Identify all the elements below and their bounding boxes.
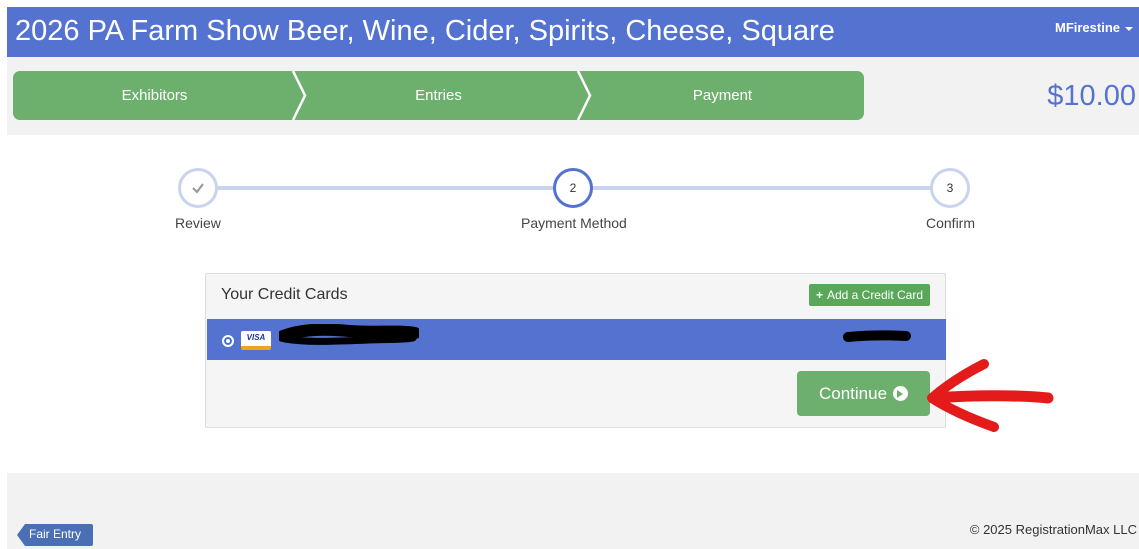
page-footer bbox=[7, 473, 1139, 549]
step-exhibitors[interactable]: Exhibitors bbox=[13, 71, 296, 120]
card-radio[interactable] bbox=[222, 335, 234, 347]
check-icon bbox=[192, 183, 204, 194]
redaction-mark bbox=[279, 324, 419, 345]
step-entries[interactable]: Entries bbox=[296, 71, 581, 120]
credit-cards-panel: Your Credit Cards + Add a Credit Card VIS… bbox=[205, 273, 946, 428]
order-total: $10.00 bbox=[1047, 80, 1136, 112]
wizard-step-review[interactable] bbox=[178, 168, 218, 208]
checkout-steps: Exhibitors Entries Payment bbox=[13, 71, 864, 120]
add-credit-card-button[interactable]: + Add a Credit Card bbox=[808, 284, 930, 306]
annotation-arrow-icon bbox=[927, 359, 1054, 432]
arrow-circle-right-icon bbox=[893, 386, 909, 401]
wizard-label-confirm: Confirm bbox=[926, 215, 976, 231]
wizard-label-payment-method: Payment Method bbox=[521, 215, 627, 231]
plus-icon: + bbox=[815, 288, 823, 302]
wizard-step-payment-method[interactable]: 2 bbox=[553, 168, 593, 208]
user-name: MFirestine bbox=[1054, 20, 1120, 35]
wizard-label-review: Review bbox=[175, 215, 221, 231]
wizard-step-confirm[interactable]: 3 bbox=[930, 168, 970, 208]
page-title: 2026 PA Farm Show Beer, Wine, Cider, Spi… bbox=[15, 15, 835, 47]
panel-title: Your Credit Cards bbox=[221, 286, 348, 303]
redaction-mark bbox=[843, 330, 911, 342]
chevron-down-icon bbox=[1125, 26, 1133, 31]
credit-card-row[interactable]: VISA bbox=[207, 319, 946, 360]
app-header: 2026 PA Farm Show Beer, Wine, Cider, Spi… bbox=[7, 7, 1139, 57]
copyright: © 2025 RegistrationMax LLC bbox=[969, 522, 1137, 537]
user-menu[interactable]: MFirestine bbox=[1055, 19, 1133, 37]
step-payment[interactable]: Payment bbox=[581, 71, 864, 120]
fair-entry-logo[interactable]: Fair Entry bbox=[17, 524, 93, 546]
continue-button[interactable]: Continue bbox=[797, 371, 930, 416]
visa-card-icon: VISA bbox=[241, 331, 271, 350]
